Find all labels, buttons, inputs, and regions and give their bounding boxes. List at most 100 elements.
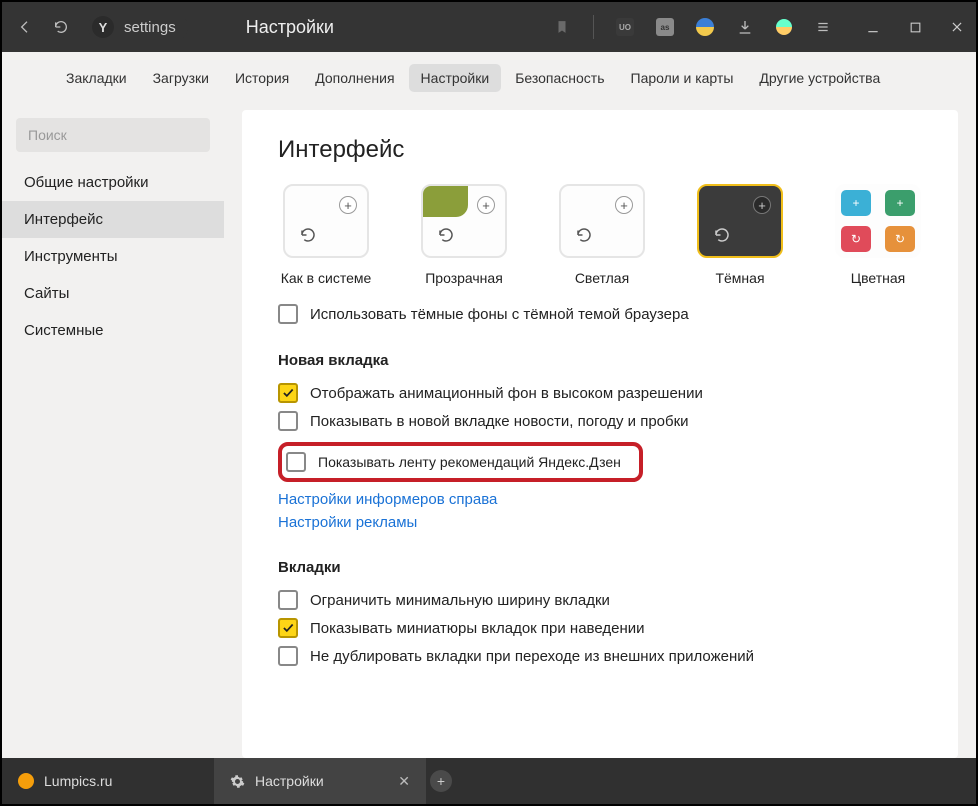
checkbox[interactable] [278, 304, 298, 324]
link-ads[interactable]: Настройки рекламы [278, 514, 930, 531]
lastfm-icon[interactable]: as [656, 18, 674, 36]
option-hires-bg[interactable]: Отображать анимационный фон в высоком ра… [278, 383, 930, 403]
option-no-duplicate[interactable]: Не дублировать вкладки при переходе из в… [278, 646, 930, 666]
sidebar-item-tools[interactable]: Инструменты [2, 238, 224, 275]
sidebar-item-sites[interactable]: Сайты [2, 275, 224, 312]
checkbox[interactable] [278, 618, 298, 638]
plus-icon: + [753, 196, 771, 214]
flag-icon[interactable] [696, 18, 714, 36]
content: Интерфейс + Как в системе + [242, 110, 958, 758]
address-text: settings [124, 19, 176, 36]
tab-strip: Lumpics.ru Настройки ✕ + [2, 758, 976, 804]
option-label: Показывать ленту рекомендаций Яндекс.Дзе… [318, 454, 621, 470]
theme-color[interactable]: + + ↻ ↻ Цветная [830, 184, 926, 286]
main: Поиск Общие настройки Интерфейс Инструме… [2, 104, 976, 758]
tab-settings[interactable]: Настройки ✕ [214, 758, 426, 804]
theme-chooser: + Как в системе + Прозрачная [278, 184, 930, 286]
top-nav-downloads[interactable]: Загрузки [141, 64, 221, 92]
theme-label: Прозрачная [425, 270, 503, 286]
option-show-news[interactable]: Показывать в новой вкладке новости, пого… [278, 411, 930, 431]
option-label: Использовать тёмные фоны с тёмной темой … [310, 306, 689, 323]
titlebar-right: UO as [553, 15, 966, 39]
content-wrap: Интерфейс + Как в системе + [224, 104, 976, 758]
reload-icon [573, 224, 595, 246]
option-min-width[interactable]: Ограничить минимальную ширину вкладки [278, 590, 930, 610]
option-label: Показывать миниатюры вкладок при наведен… [310, 620, 645, 637]
reload-icon [711, 224, 733, 246]
sidebar: Поиск Общие настройки Интерфейс Инструме… [2, 104, 224, 758]
color-sq: ↻ [841, 226, 871, 252]
content-heading: Интерфейс [278, 136, 930, 164]
theme-light[interactable]: + Светлая [554, 184, 650, 286]
theme-dark[interactable]: + Тёмная [692, 184, 788, 286]
top-nav-settings[interactable]: Настройки [409, 64, 502, 92]
tab-lumpics[interactable]: Lumpics.ru [2, 758, 214, 804]
profile-icon[interactable] [776, 19, 792, 35]
top-nav-security[interactable]: Безопасность [503, 64, 616, 92]
maximize-button[interactable] [906, 18, 924, 36]
top-nav-history[interactable]: История [223, 64, 301, 92]
option-previews[interactable]: Показывать миниатюры вкладок при наведен… [278, 618, 930, 638]
gear-icon [230, 774, 245, 789]
titlebar-left: Y settings Настройки [16, 13, 334, 41]
option-label: Не дублировать вкладки при переходе из в… [310, 648, 754, 665]
top-nav: Закладки Загрузки История Дополнения Нас… [2, 52, 976, 104]
bookmark-icon[interactable] [553, 18, 571, 36]
link-informers[interactable]: Настройки информеров справа [278, 491, 930, 508]
ublock-icon[interactable]: UO [616, 18, 634, 36]
plus-icon: + [477, 196, 495, 214]
top-nav-devices[interactable]: Другие устройства [747, 64, 892, 92]
checkbox[interactable] [278, 383, 298, 403]
sidebar-item-general[interactable]: Общие настройки [2, 164, 224, 201]
theme-system[interactable]: + Как в системе [278, 184, 374, 286]
browser-window: Y settings Настройки UO as [0, 0, 978, 806]
checkbox-zen[interactable] [286, 452, 306, 472]
tab-label: Настройки [255, 773, 324, 789]
color-sq: + [841, 190, 871, 216]
plus-icon: + [339, 196, 357, 214]
divider-icon [593, 15, 594, 39]
titlebar: Y settings Настройки UO as [2, 2, 976, 52]
page-title: Настройки [246, 17, 334, 38]
section-tabs: Вкладки [278, 559, 930, 576]
download-icon[interactable] [736, 18, 754, 36]
theme-label: Как в системе [281, 270, 372, 286]
reload-icon [297, 224, 319, 246]
option-dark-backgrounds[interactable]: Использовать тёмные фоны с тёмной темой … [278, 304, 930, 324]
menu-icon[interactable] [814, 18, 832, 36]
top-nav-passwords[interactable]: Пароли и карты [619, 64, 746, 92]
option-label: Отображать анимационный фон в высоком ра… [310, 385, 703, 402]
sidebar-item-interface[interactable]: Интерфейс [2, 201, 224, 238]
theme-label: Цветная [851, 270, 905, 286]
option-label: Показывать в новой вкладке новости, пого… [310, 413, 689, 430]
tab-label: Lumpics.ru [44, 773, 112, 789]
plus-icon: + [430, 770, 452, 792]
window-controls [864, 18, 966, 36]
checkbox[interactable] [278, 646, 298, 666]
theme-label: Светлая [575, 270, 629, 286]
new-tab-button[interactable]: + [426, 758, 456, 804]
favicon-icon [18, 773, 34, 789]
reload-icon [435, 224, 457, 246]
tab-close-icon[interactable]: ✕ [398, 773, 410, 790]
highlighted-zen-option: Показывать ленту рекомендаций Яндекс.Дзе… [278, 442, 643, 482]
theme-label: Тёмная [715, 270, 764, 286]
section-newtab: Новая вкладка [278, 352, 930, 369]
plus-icon: + [615, 196, 633, 214]
reload-icon[interactable] [52, 18, 70, 36]
color-sq: ↻ [885, 226, 915, 252]
yandex-icon: Y [92, 16, 114, 38]
close-button[interactable] [948, 18, 966, 36]
checkbox[interactable] [278, 411, 298, 431]
top-nav-addons[interactable]: Дополнения [303, 64, 406, 92]
option-label: Ограничить минимальную ширину вкладки [310, 592, 610, 609]
back-icon[interactable] [16, 18, 34, 36]
color-sq: + [885, 190, 915, 216]
sidebar-item-system[interactable]: Системные [2, 312, 224, 349]
address-pill[interactable]: Y settings [88, 13, 188, 41]
top-nav-bookmarks[interactable]: Закладки [54, 64, 139, 92]
checkbox[interactable] [278, 590, 298, 610]
minimize-button[interactable] [864, 18, 882, 36]
search-input[interactable]: Поиск [16, 118, 210, 152]
theme-transparent[interactable]: + Прозрачная [416, 184, 512, 286]
